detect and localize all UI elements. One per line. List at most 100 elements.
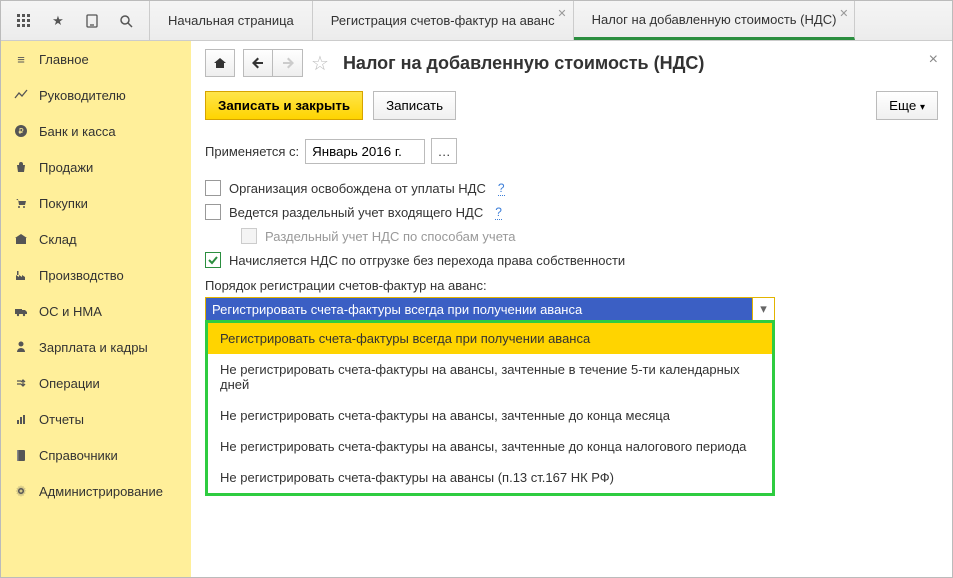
sidebar-item-assets[interactable]: ОС и НМА	[1, 293, 191, 329]
sidebar-item-label: Покупки	[39, 196, 88, 211]
close-icon[interactable]: ✕	[839, 7, 848, 20]
sidebar-item-label: ОС и НМА	[39, 304, 102, 319]
sidebar-item-label: Банк и касса	[39, 124, 116, 139]
dropdown-option[interactable]: Регистрировать счета-фактуры всегда при …	[208, 323, 772, 354]
sidebar-item-label: Отчеты	[39, 412, 84, 427]
page-header: ☆ Налог на добавленную стоимость (НДС)	[205, 49, 938, 77]
content: × ☆ Налог на добавленную стоимость (НДС)…	[191, 41, 952, 577]
sidebar-item-bank[interactable]: ₽ Банк и касса	[1, 113, 191, 149]
dropdown-option[interactable]: Не регистрировать счета-фактуры на аванс…	[208, 354, 772, 400]
search-icon[interactable]	[113, 8, 139, 34]
chevron-down-icon: ▾	[920, 102, 925, 113]
warehouse-icon	[13, 232, 29, 246]
titlebar: ★ Начальная страница Регистрация счетов-…	[1, 1, 952, 41]
menu-icon: ≡	[13, 52, 29, 67]
sidebar-item-sales[interactable]: Продажи	[1, 149, 191, 185]
ruble-icon: ₽	[13, 124, 29, 138]
chevron-down-icon[interactable]: ▾	[752, 298, 774, 320]
checkbox-shipment-label: Начисляется НДС по отгрузке без перехода…	[229, 253, 625, 268]
gear-icon	[13, 484, 29, 498]
tab-label: Начальная страница	[168, 13, 294, 28]
chart-icon	[13, 88, 29, 102]
nav-segmented	[243, 49, 303, 77]
form-toolbar: Записать и закрыть Записать Еще ▾	[205, 91, 938, 120]
svg-text:₽: ₽	[18, 127, 23, 136]
apps-icon[interactable]	[11, 8, 37, 34]
page-close-icon[interactable]: ×	[929, 51, 938, 69]
window-tabs: Начальная страница Регистрация счетов-фа…	[150, 1, 952, 40]
sidebar-item-label: Производство	[39, 268, 124, 283]
sidebar-item-main[interactable]: ≡ Главное	[1, 41, 191, 77]
sidebar-item-label: Зарплата и кадры	[39, 340, 148, 355]
sidebar-item-label: Главное	[39, 52, 89, 67]
tab-vat[interactable]: Налог на добавленную стоимость (НДС) ✕	[574, 1, 856, 40]
report-icon	[13, 412, 29, 426]
bag-icon	[13, 160, 29, 174]
save-button[interactable]: Записать	[373, 91, 456, 120]
tab-label: Регистрация счетов-фактур на аванс	[331, 13, 555, 28]
sidebar-item-admin[interactable]: Администрирование	[1, 473, 191, 509]
book-icon	[13, 448, 29, 462]
sidebar-item-directories[interactable]: Справочники	[1, 437, 191, 473]
tab-invoice-registration[interactable]: Регистрация счетов-фактур на аванс ✕	[313, 1, 574, 40]
sidebar-item-label: Продажи	[39, 160, 93, 175]
checkbox-separate-row[interactable]: Ведется раздельный учет входящего НДС ?	[205, 204, 938, 220]
sidebar-item-manufacturing[interactable]: Производство	[1, 257, 191, 293]
sidebar-item-manager[interactable]: Руководителю	[1, 77, 191, 113]
help-icon[interactable]: ?	[498, 181, 505, 196]
save-and-close-button[interactable]: Записать и закрыть	[205, 91, 363, 120]
checkbox-separate-label: Ведется раздельный учет входящего НДС	[229, 205, 483, 220]
sidebar-item-payroll[interactable]: Зарплата и кадры	[1, 329, 191, 365]
sidebar-item-operations[interactable]: Операции	[1, 365, 191, 401]
page-title: Налог на добавленную стоимость (НДС)	[343, 53, 705, 74]
applies-from-row: Применяется с: …	[205, 138, 938, 164]
sidebar-item-label: Руководителю	[39, 88, 126, 103]
history-icon[interactable]	[79, 8, 105, 34]
cart-icon	[13, 196, 29, 210]
checkbox-list: Организация освобождена от уплаты НДС ? …	[205, 180, 938, 268]
factory-icon	[13, 268, 29, 282]
checkbox-separate-sub	[241, 228, 257, 244]
close-icon[interactable]: ✕	[557, 7, 566, 20]
checkbox-exempt-row[interactable]: Организация освобождена от уплаты НДС ?	[205, 180, 938, 196]
sidebar-item-label: Склад	[39, 232, 77, 247]
checkbox-exempt-label: Организация освобождена от уплаты НДС	[229, 181, 486, 196]
dropdown-option[interactable]: Не регистрировать счета-фактуры на аванс…	[208, 431, 772, 462]
back-button[interactable]	[243, 49, 273, 77]
sidebar-item-label: Справочники	[39, 448, 118, 463]
sidebar-item-label: Операции	[39, 376, 100, 391]
person-icon	[13, 340, 29, 354]
ops-icon	[13, 376, 29, 390]
advance-invoice-order-dropdown[interactable]: Регистрировать счета-фактуры всегда при …	[205, 297, 775, 321]
checkbox-shipment-row[interactable]: Начисляется НДС по отгрузке без перехода…	[205, 252, 938, 268]
sidebar-item-reports[interactable]: Отчеты	[1, 401, 191, 437]
dropdown-option[interactable]: Не регистрировать счета-фактуры на аванс…	[208, 400, 772, 431]
home-button[interactable]	[205, 49, 235, 77]
applies-from-select-button[interactable]: …	[431, 138, 457, 164]
dropdown-value: Регистрировать счета-фактуры всегда при …	[206, 298, 752, 320]
tab-label: Налог на добавленную стоимость (НДС)	[592, 12, 837, 27]
truck-icon	[13, 304, 29, 318]
checkbox-separate[interactable]	[205, 204, 221, 220]
checkbox-shipment[interactable]	[205, 252, 221, 268]
checkbox-exempt[interactable]	[205, 180, 221, 196]
applies-from-input[interactable]	[305, 139, 425, 164]
sidebar-item-label: Администрирование	[39, 484, 163, 499]
more-button[interactable]: Еще ▾	[876, 91, 938, 120]
tab-home[interactable]: Начальная страница	[150, 1, 313, 40]
help-icon[interactable]: ?	[495, 205, 502, 220]
checkbox-separate-sub-row: Раздельный учет НДС по способам учета	[241, 228, 938, 244]
dropdown-option[interactable]: Не регистрировать счета-фактуры на аванс…	[208, 462, 772, 493]
sidebar-item-warehouse[interactable]: Склад	[1, 221, 191, 257]
titlebar-tools: ★	[1, 1, 150, 40]
sidebar: ≡ Главное Руководителю ₽ Банк и касса Прод…	[1, 41, 191, 577]
favorite-star-icon[interactable]: ☆	[311, 51, 329, 76]
star-icon[interactable]: ★	[45, 8, 71, 34]
applies-from-label: Применяется с:	[205, 144, 299, 159]
dropdown-list: Регистрировать счета-фактуры всегда при …	[205, 320, 775, 496]
more-label: Еще	[889, 98, 916, 113]
advance-invoice-order-label: Порядок регистрации счетов-фактур на ава…	[205, 278, 938, 293]
sidebar-item-purchases[interactable]: Покупки	[1, 185, 191, 221]
forward-button[interactable]	[273, 49, 303, 77]
checkbox-separate-sub-label: Раздельный учет НДС по способам учета	[265, 229, 516, 244]
